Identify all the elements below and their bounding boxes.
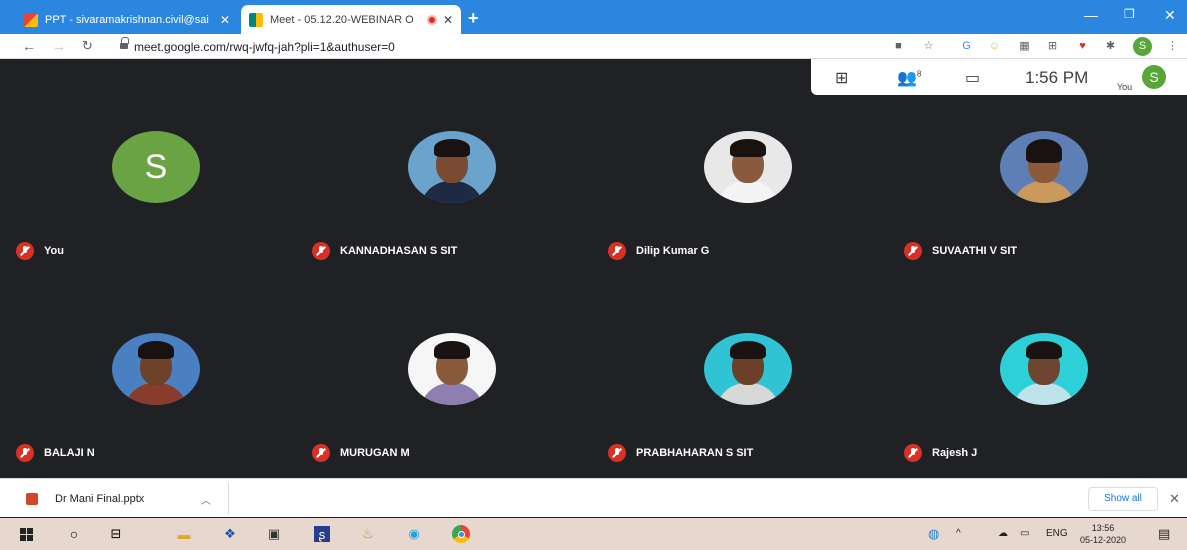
mic-off-icon xyxy=(608,242,626,260)
participant-photo xyxy=(704,131,792,203)
participant-photo xyxy=(1000,333,1088,405)
participant-tile[interactable]: SUVAATHI V SIT xyxy=(896,59,1187,265)
tab-meet[interactable]: Meet - 05.12.20-WEBINAR O ✕ xyxy=(241,5,461,34)
letter-avatar: S xyxy=(112,131,200,203)
windows-taskbar: ○ ⊟ ▬ ❖ ▣ ʂ ♨ ◉ ◍ ^ ☁ ▭ ENG 13:56 05-12-2… xyxy=(0,518,1187,550)
participant-tile[interactable]: MURUGAN M xyxy=(304,261,600,467)
participant-name-row: Rajesh J xyxy=(904,444,977,462)
participant-name-row: PRABHAHARAN S SIT xyxy=(608,444,753,462)
participant-name: You xyxy=(44,245,64,257)
chrome-icon[interactable] xyxy=(452,525,470,543)
mic-off-icon xyxy=(312,242,330,260)
camera-icon[interactable]: ■ xyxy=(892,40,905,53)
participant-name-row: Dilip Kumar G xyxy=(608,242,709,260)
divider xyxy=(228,483,229,515)
clock-time: 13:56 xyxy=(1091,523,1115,533)
reload-icon[interactable]: ↻ xyxy=(82,38,93,54)
search-icon[interactable]: ○ xyxy=(66,526,82,542)
mic-off-icon xyxy=(608,444,626,462)
tab-title: Meet - 05.12.20-WEBINAR O xyxy=(270,13,414,26)
participant-name-row: KANNADHASAN S SIT xyxy=(312,242,457,260)
app-icon[interactable]: ♨ xyxy=(360,526,376,542)
mic-off-icon xyxy=(904,242,922,260)
participant-photo xyxy=(1000,131,1088,203)
system-clock[interactable]: 13:56 05-12-2020 xyxy=(1080,522,1126,546)
extension-face-icon[interactable]: ☺ xyxy=(988,40,1001,53)
participant-tile[interactable]: PRABHAHARAN S SIT xyxy=(600,261,896,467)
participant-name: MURUGAN M xyxy=(340,447,410,459)
dropbox-icon[interactable]: ❖ xyxy=(222,526,238,542)
chevron-up-icon[interactable]: ︿ xyxy=(201,492,211,507)
url-field[interactable]: meet.google.com/rwq-jwfq-jah?pli=1&authu… xyxy=(134,40,395,54)
windows-start-icon[interactable] xyxy=(18,526,34,542)
tab-title: PPT - sivaramakrishnan.civil@sai xyxy=(45,13,209,26)
participant-photo xyxy=(408,333,496,405)
extension-grid-icon[interactable]: ▦ xyxy=(1018,40,1031,53)
file-explorer-icon[interactable]: ▬ xyxy=(176,526,192,542)
battery-icon[interactable]: ▭ xyxy=(1020,528,1029,539)
mic-off-icon xyxy=(16,444,34,462)
menu-icon[interactable]: ⋮ xyxy=(1166,40,1179,53)
screen: PPT - sivaramakrishnan.civil@sai ✕ Meet … xyxy=(0,0,1187,550)
app-icon[interactable]: ʂ xyxy=(314,526,330,542)
participant-name: PRABHAHARAN S SIT xyxy=(636,447,754,459)
participant-name: Rajesh J xyxy=(932,447,978,459)
minimize-icon[interactable]: — xyxy=(1084,7,1098,23)
meet-stage: ⊞ 👥8 ▭ 1:56 PM You S S You KANNADHASAN S… xyxy=(8,59,1187,471)
participant-tile[interactable]: S You xyxy=(8,59,304,265)
participant-tile[interactable]: Rajesh J xyxy=(896,261,1187,467)
help-icon[interactable]: ◍ xyxy=(928,526,939,542)
downloads-bar: Dr Mani Final.pptx ︿ Show all ✕ xyxy=(0,478,1187,517)
participant-name: Dilip Kumar G xyxy=(636,245,710,257)
participant-name-row: SUVAATHI V SIT xyxy=(904,242,1017,260)
mic-off-icon xyxy=(16,242,34,260)
participant-photo xyxy=(704,333,792,405)
forward-icon[interactable]: → xyxy=(52,38,66,54)
extensions-puzzle-icon[interactable]: ✱ xyxy=(1104,40,1117,53)
store-icon[interactable]: ▣ xyxy=(266,526,282,542)
participant-photo xyxy=(408,131,496,203)
gmail-icon xyxy=(24,12,38,27)
window-close-icon[interactable]: ✕ xyxy=(1164,7,1176,24)
close-icon[interactable]: ✕ xyxy=(1169,491,1180,507)
recording-icon xyxy=(426,14,437,25)
chevron-up-icon[interactable]: ^ xyxy=(956,528,961,539)
pptx-file-icon xyxy=(26,493,38,505)
tab-strip: PPT - sivaramakrishnan.civil@sai ✕ Meet … xyxy=(0,0,1187,34)
extension-table-icon[interactable]: ⊞ xyxy=(1046,40,1059,53)
address-toolbar: ← → ↻ meet.google.com/rwq-jwfq-jah?pli=1… xyxy=(0,34,1187,59)
lock-icon xyxy=(120,37,129,50)
download-file-name[interactable]: Dr Mani Final.pptx xyxy=(55,493,144,505)
show-all-button[interactable]: Show all xyxy=(1088,487,1158,511)
meet-icon xyxy=(249,12,263,27)
participant-tile[interactable]: BALAJI N xyxy=(8,261,304,467)
cloud-icon[interactable]: ☁ xyxy=(998,528,1008,539)
tab-ppt[interactable]: PPT - sivaramakrishnan.civil@sai ✕ xyxy=(16,5,238,34)
participant-photo xyxy=(112,333,200,405)
extension-shield-icon[interactable]: ♥ xyxy=(1076,40,1089,53)
participant-name-row: BALAJI N xyxy=(16,444,95,462)
maximize-icon[interactable]: ❐ xyxy=(1124,7,1135,21)
mic-off-icon xyxy=(312,444,330,462)
bookmark-star-icon[interactable]: ☆ xyxy=(922,40,935,53)
task-view-icon[interactable]: ⊟ xyxy=(108,526,124,542)
extension-g-icon[interactable]: G xyxy=(960,40,973,53)
back-icon[interactable]: ← xyxy=(22,38,36,54)
participant-name-row: MURUGAN M xyxy=(312,444,410,462)
close-icon[interactable]: ✕ xyxy=(443,13,453,27)
clock-date: 05-12-2020 xyxy=(1080,535,1127,545)
participant-name-row: You xyxy=(16,242,64,260)
close-icon[interactable]: ✕ xyxy=(220,13,230,27)
new-tab-icon[interactable]: + xyxy=(468,8,479,29)
participant-name: BALAJI N xyxy=(44,447,95,459)
mic-off-icon xyxy=(904,444,922,462)
participant-name: KANNADHASAN S SIT xyxy=(340,245,458,257)
language-indicator[interactable]: ENG xyxy=(1046,528,1068,539)
profile-avatar[interactable]: S xyxy=(1133,37,1152,56)
notifications-icon[interactable]: ▤ xyxy=(1158,526,1170,542)
participant-tile[interactable]: KANNADHASAN S SIT xyxy=(304,59,600,265)
edge-icon[interactable]: ◉ xyxy=(406,526,422,542)
participant-name: SUVAATHI V SIT xyxy=(932,245,1018,257)
participant-tile[interactable]: Dilip Kumar G xyxy=(600,59,896,265)
